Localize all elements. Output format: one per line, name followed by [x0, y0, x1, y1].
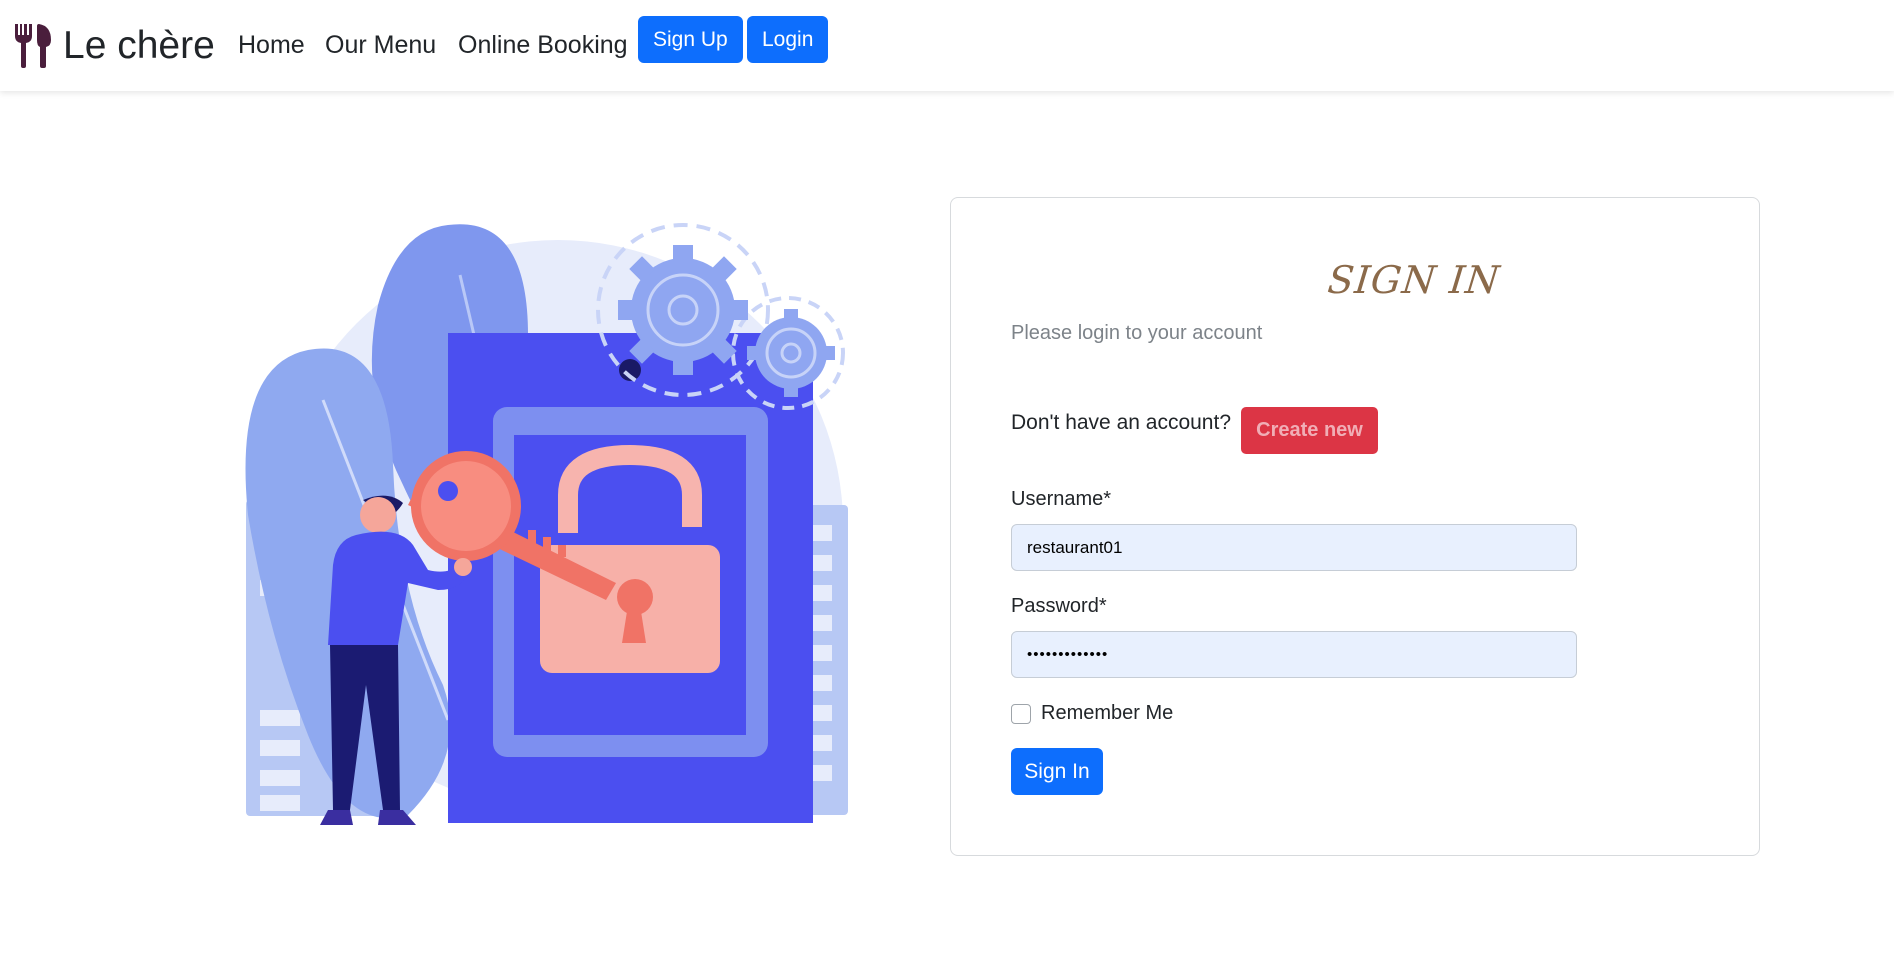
fork-spoon-icon — [15, 24, 51, 68]
password-label: Password* — [1011, 595, 1107, 617]
remember-me-label[interactable]: Remember Me — [1041, 702, 1173, 725]
nav-our-menu[interactable]: Our Menu — [325, 30, 436, 60]
signin-title-wrap: SIGN IN — [951, 258, 1761, 302]
brand-name: Le chère — [63, 23, 215, 67]
signin-subtitle: Please login to your account — [1011, 322, 1263, 344]
signin-card: SIGN IN Please login to your account Don… — [950, 197, 1760, 856]
username-input[interactable]: restaurant01 — [1011, 524, 1577, 571]
top-navbar: Le chère Home Our Menu Online Booking Si… — [0, 0, 1894, 91]
username-label: Username* — [1011, 488, 1112, 510]
create-account-row: Don't have an account? Create new — [1011, 407, 1378, 454]
signup-button[interactable]: Sign Up — [638, 16, 743, 63]
remember-me-checkbox[interactable] — [1011, 703, 1031, 724]
unlock-with-key-illustration — [245, 223, 848, 825]
nav-home[interactable]: Home — [238, 30, 305, 60]
signin-button[interactable]: Sign In — [1011, 748, 1103, 795]
login-button[interactable]: Login — [747, 16, 829, 63]
password-input[interactable]: ••••••••••••• — [1011, 631, 1577, 678]
remember-me-row: Remember Me — [1011, 702, 1173, 725]
nav-online-booking[interactable]: Online Booking — [458, 30, 628, 60]
signin-title: SIGN IN — [1325, 258, 1502, 302]
brand-link[interactable]: Le chère — [13, 20, 215, 70]
no-account-text: Don't have an account? — [1011, 410, 1231, 434]
create-new-button[interactable]: Create new — [1241, 407, 1378, 454]
